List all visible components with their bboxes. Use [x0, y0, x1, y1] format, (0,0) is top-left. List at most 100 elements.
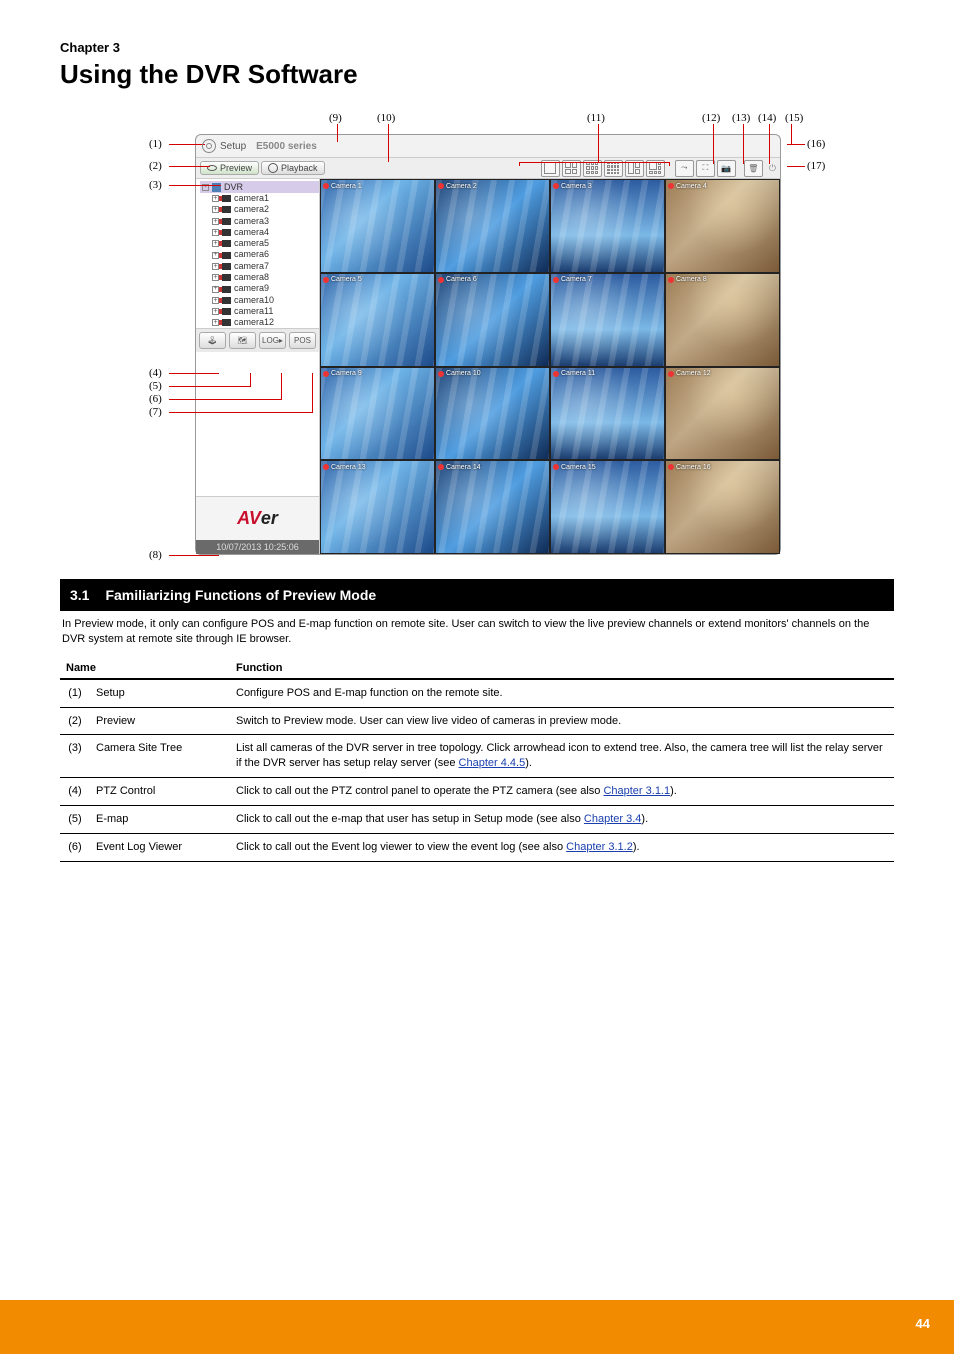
brand-logo: AVer: [196, 496, 319, 540]
row-number: (4): [60, 778, 90, 806]
tree-item[interactable]: +camera5: [200, 238, 319, 249]
eventlog-button[interactable]: LOG▸: [259, 332, 286, 349]
video-cell[interactable]: Camera3: [550, 179, 665, 273]
callout-6: (6): [149, 393, 162, 405]
row-function: Switch to Preview mode. User can view li…: [230, 707, 894, 735]
line: [669, 162, 670, 166]
line: [250, 373, 251, 387]
callout-14: (14): [758, 112, 776, 124]
tree-item[interactable]: +camera4: [200, 227, 319, 238]
snapshot-button[interactable]: 📷: [717, 160, 736, 177]
line: [743, 124, 744, 164]
preview-tab[interactable]: Preview: [200, 161, 259, 175]
app-title: E5000 series: [256, 141, 317, 152]
sidebar: - DVR +camera1 +camera2 +camera3 +camera…: [196, 179, 320, 554]
callout-10: (10): [377, 112, 395, 124]
page-number: 44: [916, 1316, 930, 1331]
camera-label: camera12: [234, 317, 274, 327]
camera-icon: [222, 240, 231, 247]
delete-button[interactable]: 🗑: [744, 160, 763, 177]
tree-item[interactable]: +camera1: [200, 193, 319, 204]
camera-icon: [222, 195, 231, 202]
tree-item[interactable]: +camera3: [200, 216, 319, 227]
callout-7: (7): [149, 406, 162, 418]
app-header: Setup E5000 series: [196, 135, 780, 157]
video-cell[interactable]: Camera16: [665, 460, 780, 554]
page-footer: 44: [0, 1300, 954, 1354]
power-icon[interactable]: ⏻: [769, 163, 776, 174]
row-number: (6): [60, 833, 90, 861]
line: [713, 124, 714, 164]
line: [388, 124, 389, 162]
video-cell[interactable]: Camera14: [435, 460, 550, 554]
video-cell[interactable]: Camera7: [550, 273, 665, 367]
camera-tree[interactable]: - DVR +camera1 +camera2 +camera3 +camera…: [196, 179, 319, 328]
callout-12: (12): [702, 112, 720, 124]
tree-item[interactable]: +camera10: [200, 295, 319, 306]
callout-8: (8): [149, 549, 162, 561]
tree-item[interactable]: +camera12: [200, 317, 319, 327]
video-cell[interactable]: Camera6: [435, 273, 550, 367]
tree-item[interactable]: +camera7: [200, 261, 319, 272]
cross-ref-link[interactable]: Chapter 3.1.2: [566, 841, 633, 853]
timestamp: 10/07/2013 10:25:06: [196, 540, 319, 554]
sidebar-buttons: 🕹 🗺 LOG▸ POS: [196, 328, 319, 352]
ptz-button[interactable]: 🕹: [199, 332, 226, 349]
video-cell[interactable]: Camera12: [665, 367, 780, 461]
table-row: (2) Preview Switch to Preview mode. User…: [60, 707, 894, 735]
tree-item[interactable]: +camera9: [200, 283, 319, 294]
app-toolbar: Preview Playback ⤳ ⛶ 📷 🗑: [196, 157, 780, 179]
tree-item[interactable]: +camera8: [200, 272, 319, 283]
playback-icon: [268, 163, 278, 173]
cross-ref-link[interactable]: Chapter 3.4: [584, 813, 641, 825]
callout-4: (4): [149, 367, 162, 379]
video-cell[interactable]: Camera2: [435, 179, 550, 273]
video-cell[interactable]: Camera1: [320, 179, 435, 273]
table-row: (3) Camera Site Tree List all cameras of…: [60, 735, 894, 778]
camera-label: camera8: [234, 272, 269, 283]
video-cell[interactable]: Camera11: [550, 367, 665, 461]
camera-label: camera9: [234, 283, 269, 294]
line: [337, 124, 338, 142]
video-cell[interactable]: Camera4: [665, 179, 780, 273]
video-cell[interactable]: Camera5: [320, 273, 435, 367]
camera-icon: [222, 218, 231, 225]
tree-item[interactable]: +camera6: [200, 249, 319, 260]
video-cell[interactable]: Camera8: [665, 273, 780, 367]
setup-label[interactable]: Setup: [220, 141, 246, 152]
camera-label: camera11: [234, 306, 273, 317]
chapter-title: Using the DVR Software: [60, 59, 894, 90]
cross-ref-link[interactable]: Chapter 3.1.1: [603, 785, 670, 797]
pos-button[interactable]: POS: [289, 332, 316, 349]
callout-13: (13): [732, 112, 750, 124]
line: [169, 373, 219, 374]
line: [169, 412, 312, 413]
video-cell[interactable]: Camera9: [320, 367, 435, 461]
row-name: Event Log Viewer: [90, 833, 230, 861]
camera-label: camera2: [234, 204, 269, 215]
camera-icon: [222, 297, 231, 304]
video-cell[interactable]: Camera13: [320, 460, 435, 554]
tree-item[interactable]: +camera2: [200, 204, 319, 215]
cross-ref-link[interactable]: Chapter 4.4.5: [459, 757, 526, 769]
row-function: Click to call out the e-map that user ha…: [230, 806, 894, 834]
playback-tab-label: Playback: [281, 163, 318, 173]
camera-label: camera4: [234, 227, 269, 238]
tree-item[interactable]: +camera11: [200, 306, 319, 317]
autoscanner-button[interactable]: ⤳: [675, 160, 694, 177]
camera-icon: [222, 308, 231, 315]
line: [312, 373, 313, 413]
video-grid: Camera1 Camera2 Camera3 Camera4 Camera5 …: [320, 179, 780, 554]
callout-5: (5): [149, 380, 162, 392]
row-name: PTZ Control: [90, 778, 230, 806]
video-cell[interactable]: Camera15: [550, 460, 665, 554]
table-row: (6) Event Log Viewer Click to call out t…: [60, 833, 894, 861]
preview-tab-label: Preview: [220, 163, 252, 173]
playback-tab[interactable]: Playback: [261, 161, 325, 175]
line: [169, 555, 219, 556]
emap-button[interactable]: 🗺: [229, 332, 256, 349]
line: [787, 144, 805, 145]
tree-root[interactable]: - DVR: [200, 181, 319, 193]
table-row: (1) Setup Configure POS and E-map functi…: [60, 679, 894, 707]
video-cell[interactable]: Camera10: [435, 367, 550, 461]
